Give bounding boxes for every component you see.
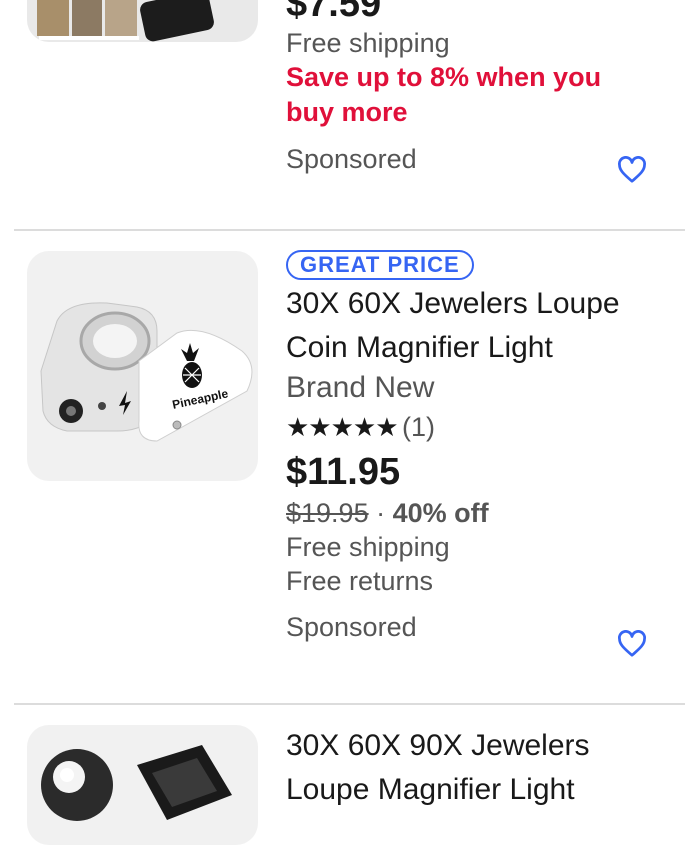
listing-image-3[interactable] xyxy=(27,725,258,845)
listing-2-shipping: Free shipping xyxy=(286,532,450,562)
loupe-with-light-photo xyxy=(41,745,232,821)
watchlist-heart-icon[interactable] xyxy=(617,630,647,658)
listing-card-1[interactable]: $7.59 Free shipping Save up to 8% when y… xyxy=(0,0,699,230)
listing-card-2[interactable]: Pineapple GREAT PRICE 30X 60X Jewelers L… xyxy=(0,231,699,703)
listing-image-1[interactable] xyxy=(27,0,258,42)
listing-card-3[interactable]: 30X 60X 90X Jewelers Loupe Magnifier Lig… xyxy=(0,705,699,845)
rating-count: (1) xyxy=(402,412,435,442)
listing-2-condition: Brand New xyxy=(286,371,435,404)
listing-1-promo[interactable]: Save up to 8% when you buy more xyxy=(286,60,606,130)
listing-3-title[interactable]: 30X 60X 90X Jewelers Loupe Magnifier Lig… xyxy=(286,724,669,812)
original-price: $19.95 xyxy=(286,498,369,528)
price-separator: · xyxy=(376,498,386,528)
jewelers-loupe-photo: Pineapple xyxy=(40,302,253,442)
listing-2-returns: Free returns xyxy=(286,566,434,596)
watchlist-heart-icon[interactable] xyxy=(617,156,647,184)
product-photo-collage xyxy=(37,0,214,42)
listing-1-sponsored: Sponsored xyxy=(286,144,417,174)
listing-2-rating[interactable]: ★★★★★ (1) xyxy=(286,410,669,446)
great-price-badge: GREAT PRICE xyxy=(286,250,474,280)
listing-2-title[interactable]: 30X 60X Jewelers Loupe Coin Magnifier Li… xyxy=(286,282,669,370)
listing-image-2[interactable]: Pineapple xyxy=(27,251,258,481)
discount-percent: 40% off xyxy=(392,498,489,528)
star-rating-icon: ★★★★★ xyxy=(286,412,399,442)
listing-1-price: $7.59 xyxy=(286,0,382,25)
listing-2-discount-line: $19.95 · 40% off xyxy=(286,496,669,530)
listing-2-sponsored: Sponsored xyxy=(286,612,417,642)
listing-1-shipping: Free shipping xyxy=(286,28,450,58)
listing-2-price: $11.95 xyxy=(286,451,401,493)
